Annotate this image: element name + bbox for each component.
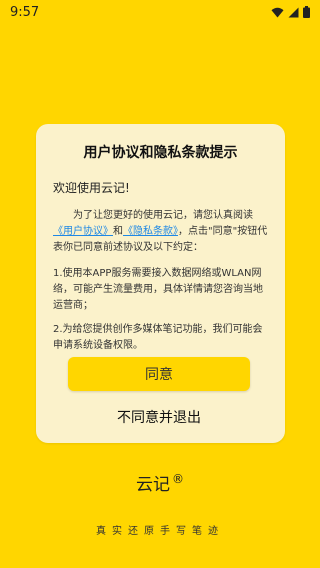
status-bar: 9:57 — [0, 0, 320, 24]
intro-text-1: 为了让您更好的使用云记，请您认真阅读 — [73, 210, 253, 221]
privacy-policy-link[interactable]: 《隐私条款》 — [123, 226, 178, 237]
user-agreement-link[interactable]: 《用户协议》 — [53, 226, 113, 237]
intro-and-text: 和 — [113, 226, 123, 237]
app-brand: 云记 ® — [0, 470, 320, 495]
greeting-text: 欢迎使用云记! — [53, 181, 130, 195]
app-slogan: 真实还原手写笔迹 — [96, 526, 224, 537]
signal-icon — [288, 7, 299, 17]
status-time: 9:57 — [10, 4, 40, 20]
app-name: 云记 — [136, 475, 170, 495]
agree-button[interactable]: 同意 — [68, 357, 250, 391]
status-icons — [271, 6, 310, 18]
agreement-item-1: 1.使用本APP服务需要接入数据网络或WLAN网络，可能产生流量费用，具体详情请… — [53, 268, 263, 311]
agreement-scroll-area[interactable]: 为了让您更好的使用云记，请您认真阅读《用户协议》和《隐私条款》，点击"同意"按钮… — [53, 208, 269, 350]
wifi-icon — [271, 7, 284, 17]
dialog-title: 用户协议和隐私条款提示 — [83, 145, 238, 161]
agreement-item-2: 2.为给您提供创作多媒体笔记功能，我们可能会申请系统设备权限。 — [53, 324, 263, 350]
battery-icon — [303, 6, 310, 18]
disagree-exit-button[interactable]: 不同意并退出 — [68, 405, 250, 429]
registered-mark: ® — [172, 472, 184, 487]
consent-dialog: 用户协议和隐私条款提示 欢迎使用云记! 为了让您更好的使用云记，请您认真阅读《用… — [36, 124, 285, 443]
intro-paragraph: 为了让您更好的使用云记，请您认真阅读《用户协议》和《隐私条款》，点击"同意"按钮… — [53, 208, 269, 256]
